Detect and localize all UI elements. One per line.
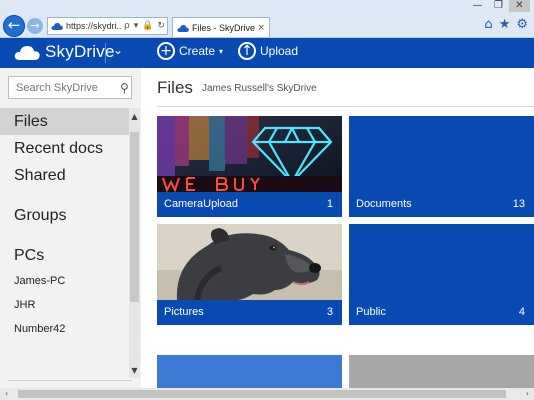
scroll-left-icon[interactable]: ‹ xyxy=(5,388,8,400)
upload-button[interactable]: ↑ Upload xyxy=(238,42,298,60)
sidebar-item-jhr[interactable]: JHR xyxy=(0,293,130,317)
tile-label: Public xyxy=(356,306,386,318)
search-box[interactable]: ⚲ xyxy=(8,76,132,99)
sidebar-item-groups[interactable]: Groups xyxy=(0,202,130,229)
gear-icon[interactable]: ⚙ xyxy=(516,18,528,32)
tile-label: Documents xyxy=(356,198,412,210)
favorites-star-icon[interactable]: ★ xyxy=(499,18,511,32)
sidebar-item-recent-docs[interactable]: Recent docs xyxy=(0,135,130,162)
browser-chrome: — ❐ ✕ ← → https://skydri... ρ ▾ 🔒 ↻ File… xyxy=(0,0,534,38)
sidebar-item-pcs[interactable]: PCs xyxy=(0,242,130,269)
folder-tile-partial[interactable] xyxy=(349,355,534,388)
breadcrumb[interactable]: James Russell's SkyDrive xyxy=(202,83,317,94)
folder-tile-public[interactable]: Public 4 xyxy=(349,224,534,325)
skydrive-favicon-icon xyxy=(51,22,63,30)
forward-arrow-icon[interactable]: → xyxy=(27,18,43,34)
upload-label: Upload xyxy=(260,44,299,58)
folder-tile-cameraupload[interactable]: CameraUpload 1 xyxy=(157,116,342,217)
tile-label: Pictures xyxy=(164,306,204,318)
address-url[interactable]: https://skydri... xyxy=(66,21,122,31)
scroll-right-icon[interactable]: › xyxy=(526,388,529,400)
cameraupload-thumbnail xyxy=(157,116,342,192)
address-bar[interactable]: https://skydri... ρ ▾ 🔒 ↻ xyxy=(47,17,168,35)
browser-tab[interactable]: Files - SkyDrive × xyxy=(172,17,270,37)
tile-count: 3 xyxy=(326,306,333,318)
tile-count: 13 xyxy=(512,198,525,210)
window-controls: — ❐ ✕ xyxy=(467,0,530,12)
app-header: SkyDrive ⌄ + Create ▾ ↑ Upload xyxy=(0,38,534,68)
address-dropdown-icon[interactable]: ▾ xyxy=(134,21,139,31)
refresh-icon[interactable]: ↻ xyxy=(157,21,165,31)
search-input[interactable] xyxy=(14,80,118,95)
sidebar: ⚲ Files Recent docs Shared Groups PCs Ja… xyxy=(0,68,141,388)
sidebar-item-shared[interactable]: Shared xyxy=(0,162,130,189)
create-button[interactable]: + Create ▾ xyxy=(157,42,223,60)
tile-label: CameraUpload xyxy=(164,198,238,210)
sidebar-item-number42[interactable]: Number42 xyxy=(0,317,130,341)
title-divider xyxy=(157,106,534,107)
search-icon[interactable]: ⚲ xyxy=(120,81,129,95)
pictures-thumbnail xyxy=(157,224,342,300)
lock-icon: 🔒 xyxy=(142,21,154,31)
folder-tile-documents[interactable]: Documents 13 xyxy=(349,116,534,217)
home-icon[interactable]: ⌂ xyxy=(484,18,492,32)
browser-tools: ⌂ ★ ⚙ xyxy=(484,18,528,32)
close-window-button[interactable]: ✕ xyxy=(509,0,530,12)
upload-arrow-icon: ↑ xyxy=(238,42,256,60)
horizontal-scroll-thumb[interactable] xyxy=(18,390,506,398)
tab-title: Files - SkyDrive xyxy=(192,22,256,33)
minimize-button[interactable]: — xyxy=(467,0,488,12)
create-caret-icon: ▾ xyxy=(219,46,224,56)
sidebar-item-james-pc[interactable]: James-PC xyxy=(0,269,130,293)
skydrive-tab-icon xyxy=(177,24,189,32)
header-divider xyxy=(105,43,106,63)
page-title: Files xyxy=(157,78,193,97)
chevron-down-icon[interactable]: ⌄ xyxy=(113,43,123,57)
tab-close-icon[interactable]: × xyxy=(257,23,265,33)
skydrive-logo[interactable]: SkyDrive xyxy=(14,42,115,62)
restore-button[interactable]: ❐ xyxy=(488,0,509,12)
create-label: Create xyxy=(179,44,216,58)
folder-tile-partial[interactable] xyxy=(157,355,342,388)
tile-count: 4 xyxy=(518,306,525,318)
sidebar-scroll-thumb[interactable] xyxy=(130,132,139,302)
sidebar-divider xyxy=(8,380,132,381)
plus-icon: + xyxy=(157,42,175,60)
back-arrow-icon[interactable]: ← xyxy=(3,15,25,37)
main-content: Files James Russell's SkyDrive CameraUpl… xyxy=(141,68,534,388)
sidebar-scrollbar[interactable]: ▲ ▼ xyxy=(129,108,140,378)
folder-tile-pictures[interactable]: Pictures 3 xyxy=(157,224,342,325)
sidebar-nav: Files Recent docs Shared Groups PCs Jame… xyxy=(0,108,130,341)
scroll-down-icon[interactable]: ▼ xyxy=(129,366,140,375)
horizontal-scrollbar[interactable]: ‹ › xyxy=(0,388,534,400)
search-address-icon[interactable]: ρ xyxy=(124,21,130,31)
scroll-up-icon[interactable]: ▲ xyxy=(129,112,140,121)
tile-count: 1 xyxy=(326,198,333,210)
sidebar-item-files[interactable]: Files xyxy=(0,108,130,135)
cloud-icon xyxy=(14,44,40,60)
